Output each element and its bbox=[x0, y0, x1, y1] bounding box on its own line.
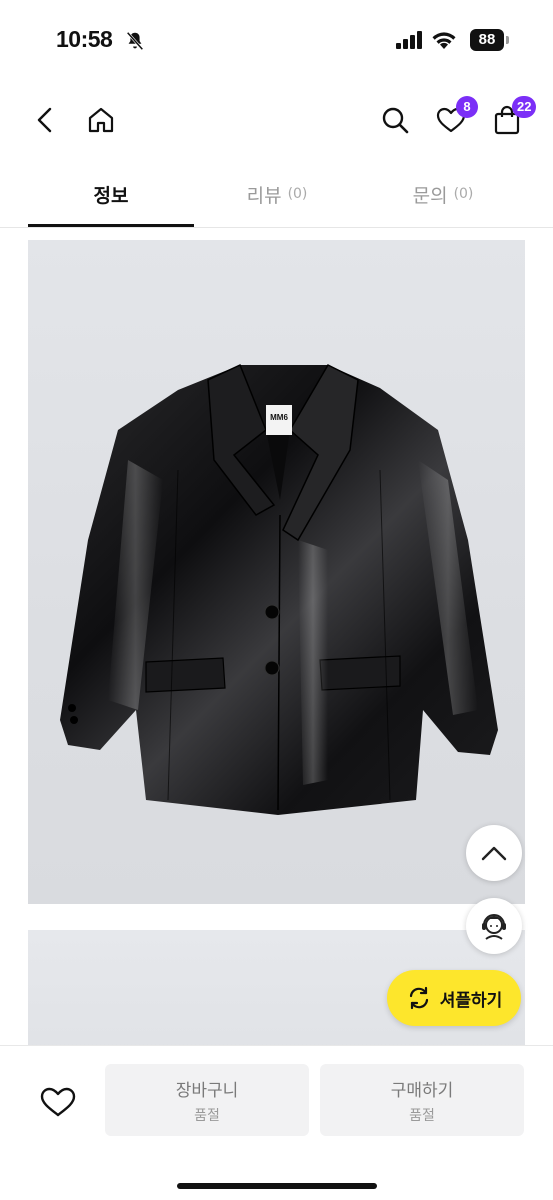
back-button[interactable] bbox=[22, 88, 68, 152]
add-to-cart-button[interactable]: 장바구니 품절 bbox=[105, 1064, 309, 1136]
add-to-cart-status: 품절 bbox=[194, 1107, 220, 1124]
garment-label: MM6 bbox=[270, 413, 288, 422]
scroll-to-top-button[interactable] bbox=[466, 825, 522, 881]
tab-info-label: 정보 bbox=[93, 184, 129, 207]
heart-icon bbox=[40, 1087, 76, 1117]
wifi-icon bbox=[432, 32, 456, 49]
home-button[interactable] bbox=[78, 88, 124, 152]
add-to-cart-label: 장바구니 bbox=[175, 1080, 239, 1101]
bottom-action-bar: 장바구니 품절 구매하기 품절 bbox=[0, 1045, 553, 1200]
top-navigation: 8 22 bbox=[0, 88, 553, 152]
search-icon bbox=[382, 107, 409, 134]
shuffle-button[interactable]: 셔플하기 bbox=[387, 970, 521, 1026]
back-icon bbox=[37, 107, 52, 133]
tab-qna-label: 문의 bbox=[412, 184, 448, 207]
product-tabs: 정보 리뷰 (0) 문의 (0) bbox=[0, 160, 553, 228]
cart-button[interactable]: 22 bbox=[484, 88, 537, 152]
wishlist-count-badge: 8 bbox=[456, 96, 478, 118]
tab-review-count: (0) bbox=[287, 186, 308, 202]
refresh-icon bbox=[409, 986, 428, 1010]
status-bar: 10:58 88 bbox=[0, 0, 553, 80]
buy-now-button[interactable]: 구매하기 품절 bbox=[320, 1064, 524, 1136]
buy-now-status: 품절 bbox=[409, 1107, 435, 1124]
headset-agent-icon bbox=[482, 914, 506, 940]
tab-qna[interactable]: 문의 (0) bbox=[360, 160, 526, 228]
leather-blazer-illustration: MM6 bbox=[60, 363, 498, 815]
home-icon bbox=[88, 107, 114, 133]
search-button[interactable] bbox=[372, 88, 418, 152]
cart-count-badge: 22 bbox=[512, 96, 537, 118]
shuffle-label: 셔플하기 bbox=[439, 990, 503, 1011]
tab-qna-count: (0) bbox=[453, 186, 474, 202]
buy-now-label: 구매하기 bbox=[390, 1080, 454, 1101]
tab-review[interactable]: 리뷰 (0) bbox=[194, 160, 360, 228]
bell-muted-icon bbox=[126, 31, 144, 51]
customer-support-button[interactable] bbox=[466, 898, 522, 954]
status-time: 10:58 bbox=[56, 26, 113, 52]
battery-indicator: 88 bbox=[470, 29, 504, 51]
cellular-signal-icon bbox=[396, 31, 422, 49]
wishlist-button[interactable]: 8 bbox=[428, 88, 478, 152]
like-button[interactable] bbox=[30, 1074, 86, 1130]
product-image[interactable]: MM6 bbox=[28, 240, 525, 904]
home-indicator bbox=[177, 1183, 377, 1189]
tab-info[interactable]: 정보 bbox=[28, 160, 194, 228]
active-tab-indicator bbox=[28, 224, 194, 227]
battery-tip bbox=[506, 36, 509, 44]
chevron-up-icon bbox=[481, 846, 507, 861]
tab-review-label: 리뷰 bbox=[246, 184, 282, 207]
